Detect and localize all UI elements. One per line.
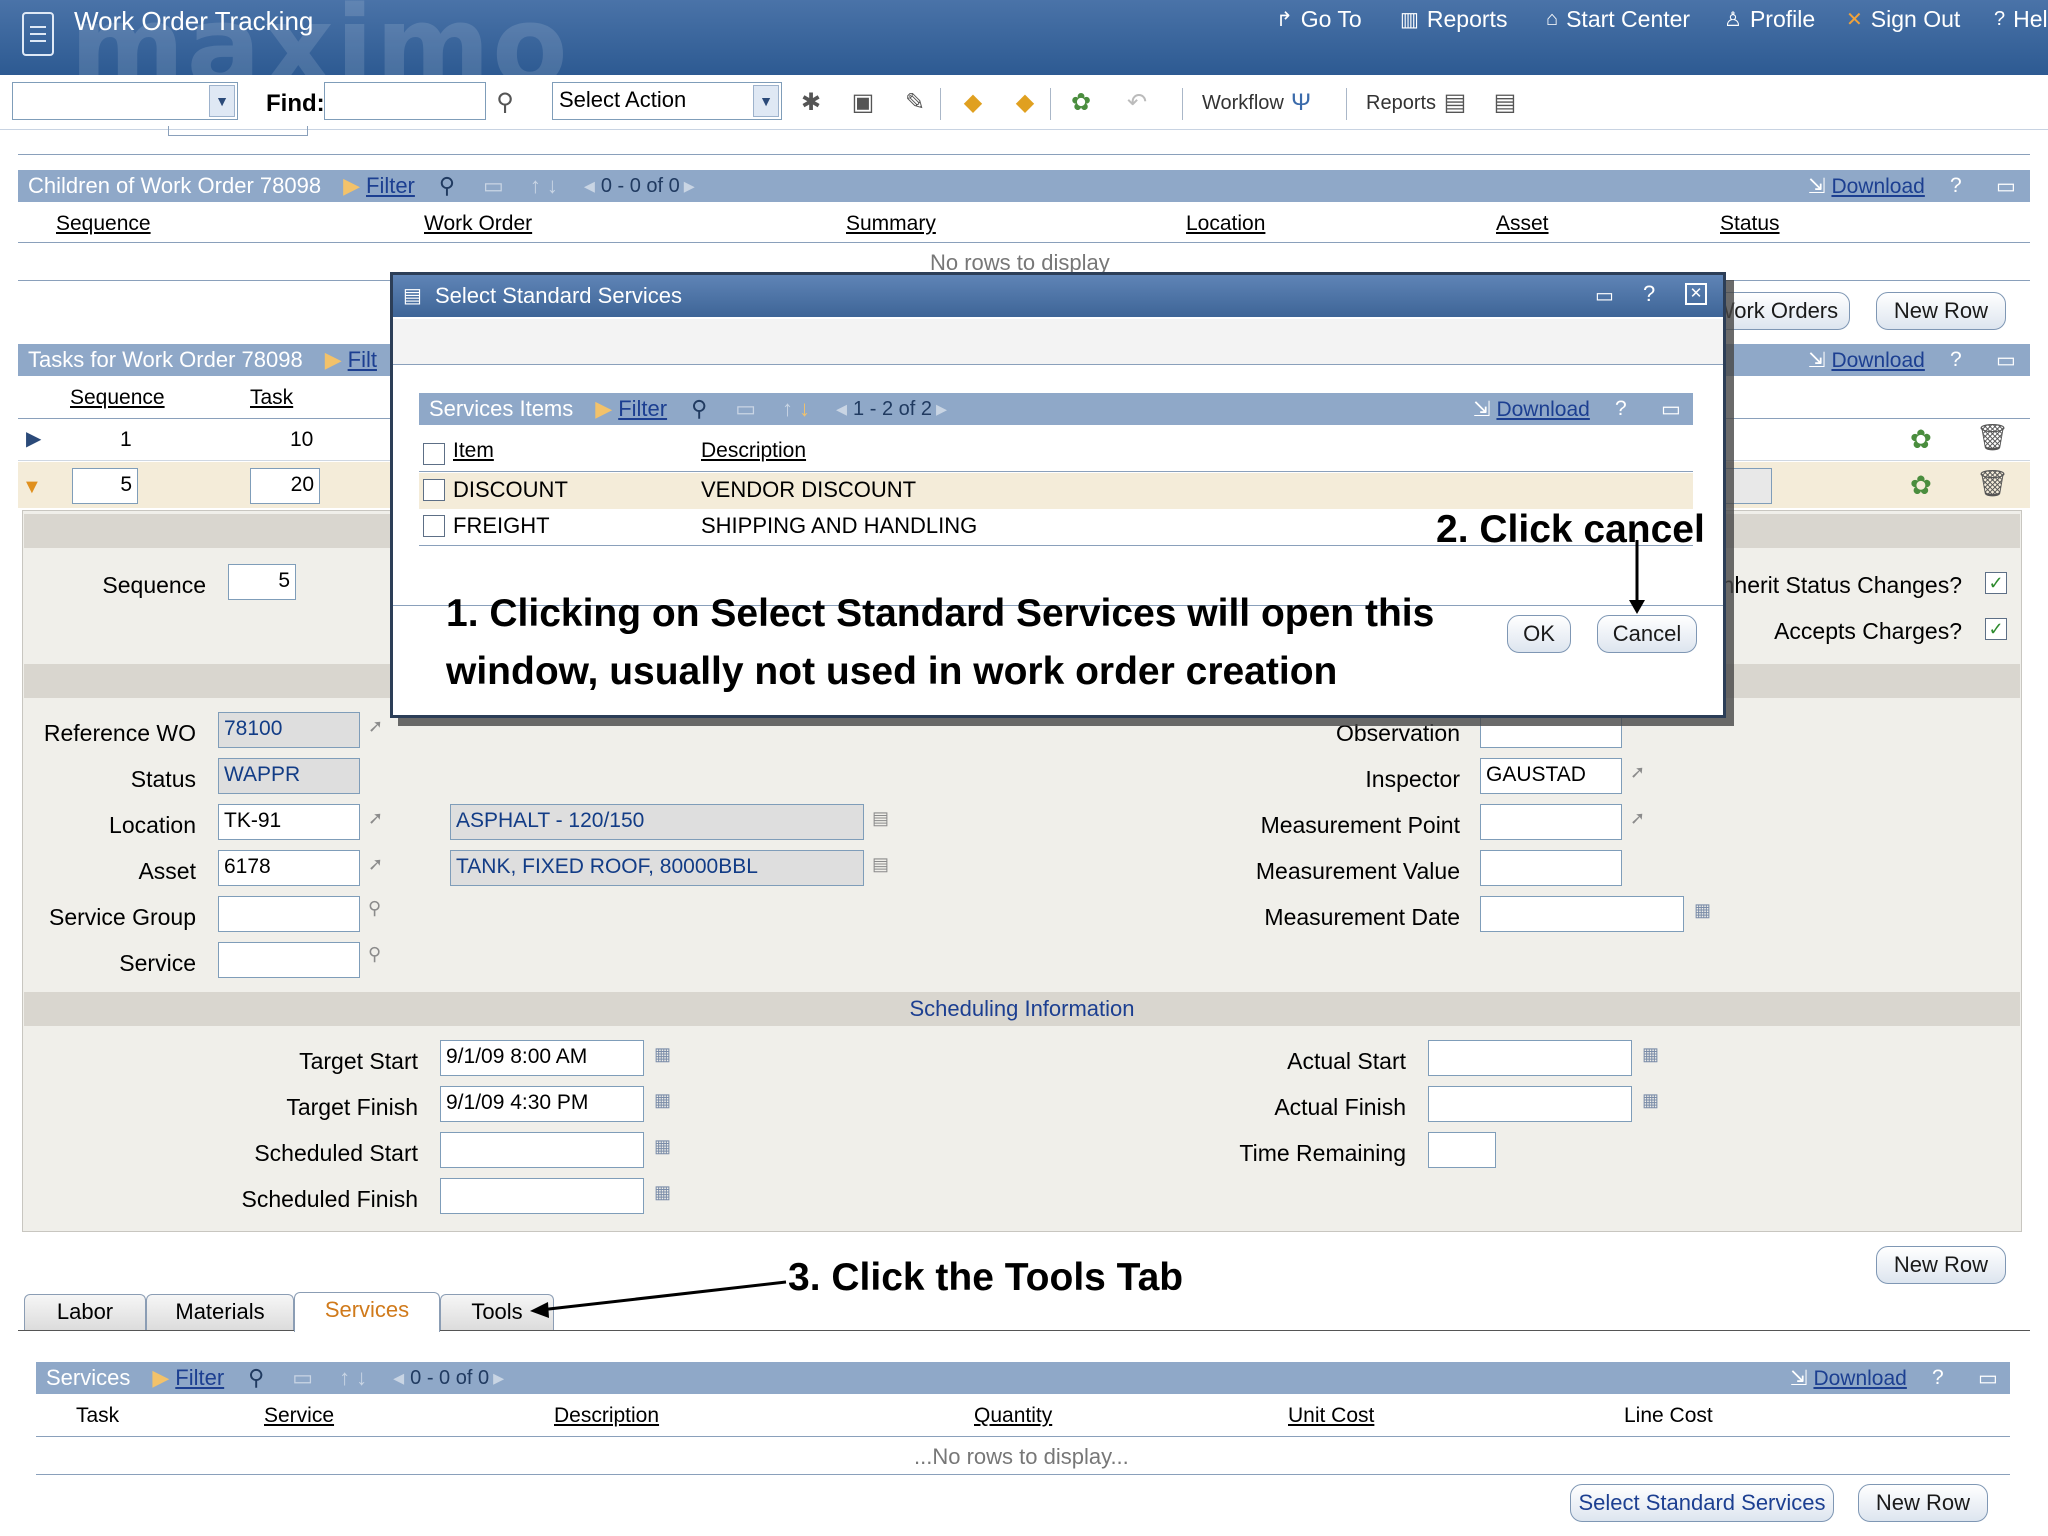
- arrow-to-cancel: [1629, 540, 1645, 614]
- annotation-arrows: [530, 540, 1645, 1318]
- arrow-to-tools-tab: [530, 1280, 787, 1318]
